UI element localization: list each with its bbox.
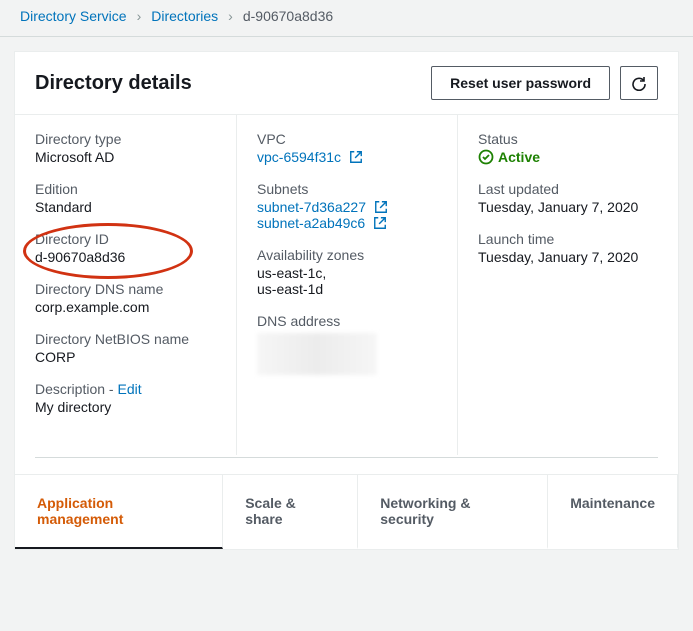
label-dns-name: Directory DNS name [35,281,216,297]
refresh-button[interactable] [620,66,658,100]
chevron-right-icon: › [228,8,233,24]
field-dns-name: Directory DNS name corp.example.com [35,281,216,315]
value-launch-time: Tuesday, January 7, 2020 [478,249,658,265]
field-subnets: Subnets subnet-7d36a227 subnet-a2ab49c6 [257,181,437,231]
value-netbios-name: CORP [35,349,216,365]
card-header: Directory details Reset user password [15,52,678,114]
label-directory-id: Directory ID [35,231,216,247]
tabs: Application management Scale & share Net… [15,474,678,549]
label-edition: Edition [35,181,216,197]
col-middle: VPC vpc-6594f31c Subnets subnet-7d36a227… [236,115,457,455]
breadcrumb-current: d-90670a8d36 [243,8,333,24]
field-netbios-name: Directory NetBIOS name CORP [35,331,216,365]
value-edition: Standard [35,199,216,215]
external-link-icon [374,200,388,214]
reset-password-button[interactable]: Reset user password [431,66,610,100]
label-status: Status [478,131,658,147]
label-launch-time: Launch time [478,231,658,247]
field-last-updated: Last updated Tuesday, January 7, 2020 [478,181,658,215]
header-actions: Reset user password [431,66,658,100]
value-availability-zone-1: us-east-1c, [257,265,437,281]
status-badge: Active [478,149,658,165]
tab-maintenance[interactable]: Maintenance [548,475,678,549]
field-dns-address: DNS address [257,313,437,375]
label-description-text: Description [35,381,105,397]
refresh-icon [631,75,647,91]
details-card: Directory details Reset user password Di… [14,51,679,550]
field-availability-zones: Availability zones us-east-1c, us-east-1… [257,247,437,297]
subnet2-link[interactable]: subnet-a2ab49c6 [257,215,365,231]
value-description: My directory [35,399,216,415]
value-dns-name: corp.example.com [35,299,216,315]
divider [35,457,658,458]
tab-networking-security[interactable]: Networking & security [358,475,548,549]
tab-application-management[interactable]: Application management [15,475,223,549]
breadcrumb: Directory Service › Directories › d-9067… [0,0,693,37]
vpc-link[interactable]: vpc-6594f31c [257,149,341,165]
dns-address-redacted [257,333,377,375]
field-directory-id: Directory ID d-90670a8d36 [35,231,216,265]
external-link-icon [349,150,363,164]
label-description: Description - Edit [35,381,216,397]
label-last-updated: Last updated [478,181,658,197]
field-edition: Edition Standard [35,181,216,215]
label-dns-address: DNS address [257,313,437,329]
label-availability-zones: Availability zones [257,247,437,263]
col-right: Status Active Last updated Tuesday, Janu… [457,115,678,455]
field-directory-type: Directory type Microsoft AD [35,131,216,165]
tab-scale-share[interactable]: Scale & share [223,475,358,549]
subnet1-link[interactable]: subnet-7d36a227 [257,199,366,215]
value-last-updated: Tuesday, January 7, 2020 [478,199,658,215]
breadcrumb-section[interactable]: Directories [151,8,218,24]
value-directory-type: Microsoft AD [35,149,216,165]
chevron-right-icon: › [137,8,142,24]
value-directory-id: d-90670a8d36 [35,249,216,265]
field-launch-time: Launch time Tuesday, January 7, 2020 [478,231,658,265]
check-circle-icon [478,149,494,165]
value-availability-zone-2: us-east-1d [257,281,437,297]
label-directory-type: Directory type [35,131,216,147]
field-description: Description - Edit My directory [35,381,216,415]
col-left: Directory type Microsoft AD Edition Stan… [15,115,236,455]
field-status: Status Active [478,131,658,165]
page-title: Directory details [35,72,192,95]
label-subnets: Subnets [257,181,437,197]
breadcrumb-root[interactable]: Directory Service [20,8,127,24]
details-columns: Directory type Microsoft AD Edition Stan… [15,114,678,455]
field-vpc: VPC vpc-6594f31c [257,131,437,165]
value-status: Active [498,149,540,165]
external-link-icon [373,216,387,230]
label-vpc: VPC [257,131,437,147]
edit-description-link[interactable]: Edit [117,381,141,397]
label-netbios-name: Directory NetBIOS name [35,331,216,347]
